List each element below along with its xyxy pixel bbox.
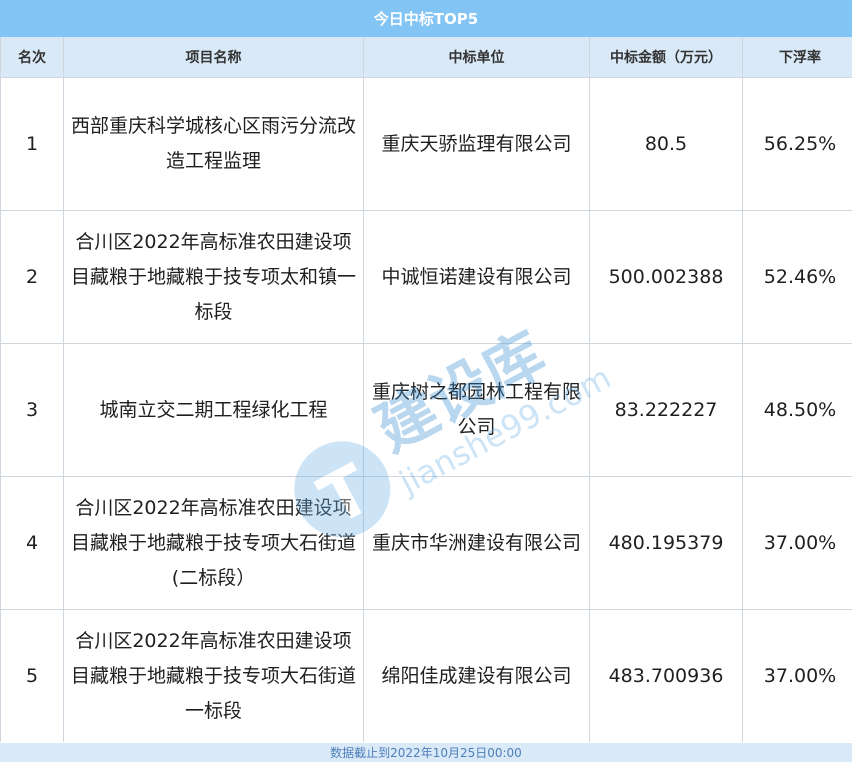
row-5-company: 绵阳佳成建设有限公司: [364, 610, 589, 742]
row-1-project: 西部重庆科学城核心区雨污分流改造工程监理: [64, 78, 363, 210]
header-rank: 名次: [1, 37, 63, 77]
row-1-rate: 56.25%: [743, 78, 852, 210]
row-5-rank: 5: [1, 610, 63, 742]
row-2-project: 合川区2022年高标准农田建设项目藏粮于地藏粮于技专项太和镇一标段: [64, 211, 363, 343]
row-3-company: 重庆树之都园林工程有限公司: [364, 344, 589, 476]
header-project: 项目名称: [64, 37, 363, 77]
row-1-amount: 80.5: [590, 78, 742, 210]
row-4-company: 重庆市华洲建设有限公司: [364, 477, 589, 609]
data-cutoff-note: 数据截止到2022年10月25日00:00: [0, 743, 852, 762]
row-5-amount: 483.700936: [590, 610, 742, 742]
row-1-company: 重庆天骄监理有限公司: [364, 78, 589, 210]
row-5-project: 合川区2022年高标准农田建设项目藏粮于地藏粮于技专项大石街道一标段: [64, 610, 363, 742]
row-4-rate: 37.00%: [743, 477, 852, 609]
row-4-rank: 4: [1, 477, 63, 609]
row-2-amount: 500.002388: [590, 211, 742, 343]
row-2-rank: 2: [1, 211, 63, 343]
header-company: 中标单位: [364, 37, 589, 77]
row-4-project: 合川区2022年高标准农田建设项目藏粮于地藏粮于技专项大石街道(二标段）: [64, 477, 363, 609]
row-2-company: 中诚恒诺建设有限公司: [364, 211, 589, 343]
row-3-amount: 83.222227: [590, 344, 742, 476]
row-4-amount: 480.195379: [590, 477, 742, 609]
row-3-rank: 3: [1, 344, 63, 476]
row-3-project: 城南立交二期工程绿化工程: [64, 344, 363, 476]
row-5-rate: 37.00%: [743, 610, 852, 742]
ranking-table: 名次 项目名称 中标单位 中标金额（万元） 下浮率 1 西部重庆科学城核心区雨污…: [0, 37, 852, 742]
header-rate: 下浮率: [743, 37, 852, 77]
row-2-rate: 52.46%: [743, 211, 852, 343]
row-3-rate: 48.50%: [743, 344, 852, 476]
header-amount: 中标金额（万元）: [590, 37, 742, 77]
row-1-rank: 1: [1, 78, 63, 210]
table-title: 今日中标TOP5: [0, 0, 852, 37]
